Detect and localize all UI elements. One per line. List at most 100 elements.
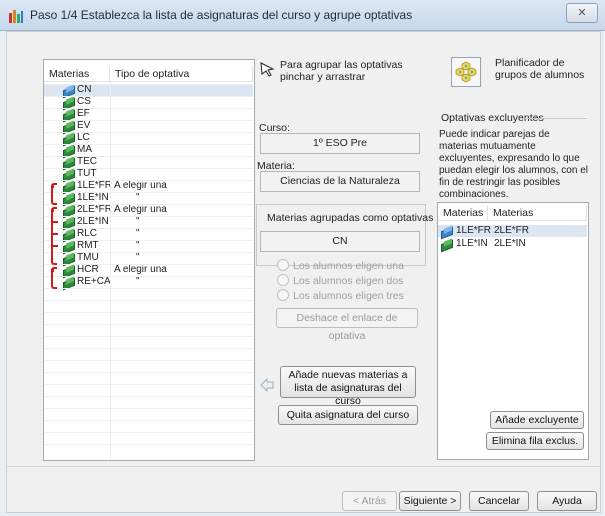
- remove-subject-button[interactable]: Quita asignatura del curso: [278, 405, 418, 425]
- app-icon: [9, 10, 23, 23]
- table-row[interactable]: 1LE*FR A elegir una: [44, 180, 253, 192]
- table-row[interactable]: HCR A elegir una: [44, 264, 253, 276]
- grid-line: [44, 396, 253, 397]
- book-blue-icon: [441, 227, 453, 236]
- table-row[interactable]: MA: [44, 144, 253, 156]
- materia-cell: 1LE*IN: [77, 192, 109, 203]
- materia-cell: 1LE*FR: [77, 180, 113, 191]
- book-icon: [63, 134, 75, 143]
- table-row[interactable]: TUT: [44, 168, 253, 180]
- table-row[interactable]: 1LE*FR 2LE*FR: [438, 225, 587, 237]
- grid-line: [44, 372, 253, 373]
- book-icon: [63, 122, 75, 131]
- arrow-left-icon: [260, 378, 274, 392]
- radio-choose-two[interactable]: Los alumnos eligen dos: [277, 274, 403, 287]
- radio-choose-three[interactable]: Los alumnos eligen tres: [277, 289, 404, 302]
- exclusive-cell-b: 2LE*IN: [494, 238, 526, 249]
- table-row[interactable]: CN: [44, 84, 253, 96]
- table-row[interactable]: RMT ": [44, 240, 253, 252]
- footer-separator: [7, 466, 600, 467]
- next-button[interactable]: Siguiente >: [399, 491, 461, 511]
- unlink-optative-button[interactable]: Deshace el enlace de optativa: [276, 308, 418, 342]
- table-row[interactable]: 1LE*IN 2LE*IN: [438, 238, 587, 250]
- materia-cell: RLC: [77, 228, 98, 239]
- drag-cursor-icon: [260, 62, 275, 77]
- help-button[interactable]: Ayuda: [537, 491, 597, 511]
- materia-cell: CN: [77, 84, 92, 95]
- book-icon: [63, 158, 75, 167]
- radio-choose-three-label: Los alumnos eligen tres: [293, 290, 404, 302]
- grid-line: [44, 120, 253, 121]
- exclusive-header-a[interactable]: Materias: [438, 205, 488, 221]
- book-icon: [63, 266, 75, 275]
- table-row[interactable]: TMU ": [44, 252, 253, 264]
- grid-line: [44, 156, 253, 157]
- book-icon: [63, 98, 75, 107]
- window-title: Paso 1/4 Establezca la lista de asignatu…: [30, 8, 413, 22]
- optative-group-link: [53, 221, 58, 223]
- grid-line: [44, 300, 253, 301]
- table-row[interactable]: TEC: [44, 156, 253, 168]
- book-icon: [63, 110, 75, 119]
- grid-line: [44, 192, 253, 193]
- grid-line: [44, 264, 253, 265]
- optative-group-bracket: [51, 207, 57, 265]
- grid-line: [44, 336, 253, 337]
- close-button[interactable]: ✕: [566, 3, 598, 23]
- tipo-cell: A elegir una: [114, 180, 167, 191]
- grid-line: [44, 84, 253, 85]
- tipo-cell: ": [136, 228, 140, 239]
- group-planner-icon: [455, 61, 477, 83]
- back-button[interactable]: < Atrás: [342, 491, 397, 511]
- book-icon: [63, 206, 75, 215]
- add-exclusive-button[interactable]: Añade excluyente: [490, 411, 584, 429]
- add-subjects-button[interactable]: Añade nuevas materias a lista de asignat…: [280, 366, 416, 407]
- table-row[interactable]: LC: [44, 132, 253, 144]
- planner-button[interactable]: [451, 57, 481, 87]
- materia-cell: EV: [77, 120, 91, 131]
- grid-line: [44, 252, 253, 253]
- grid-line: [44, 348, 253, 349]
- grid-line: [44, 108, 253, 109]
- materia-cell: HCR: [77, 264, 99, 275]
- table-row[interactable]: 2LE*FR A elegir una: [44, 204, 253, 216]
- table-row[interactable]: 1LE*IN ": [44, 192, 253, 204]
- book-icon: [63, 254, 75, 263]
- materia-cell: RMT: [77, 240, 99, 251]
- optative-group-link: [53, 245, 58, 247]
- table-row[interactable]: EF: [44, 108, 253, 120]
- table-row[interactable]: RLC ": [44, 228, 253, 240]
- table-row[interactable]: CS: [44, 96, 253, 108]
- planner-label: Planificador de grupos de alumnos: [495, 57, 585, 81]
- delete-exclusive-button[interactable]: Elimina fila exclus.: [486, 432, 584, 450]
- title-bar: Paso 1/4 Establezca la lista de asignatu…: [0, 0, 605, 31]
- grid-line: [44, 276, 253, 277]
- book-icon: [63, 146, 75, 155]
- tipo-cell: A elegir una: [114, 204, 167, 215]
- radio-choose-two-label: Los alumnos eligen dos: [293, 275, 404, 287]
- book-icon: [441, 240, 453, 249]
- materia-cell: TUT: [77, 168, 97, 179]
- grid-line: [44, 180, 253, 181]
- grid-line: [44, 312, 253, 313]
- grouped-field: CN: [260, 231, 420, 252]
- table-row[interactable]: 2LE*IN ": [44, 216, 253, 228]
- column-header-materias[interactable]: Materias: [44, 66, 110, 82]
- materia-cell: CS: [77, 96, 91, 107]
- column-header-tipo[interactable]: Tipo de optativa: [110, 66, 253, 82]
- grid-line: [44, 132, 253, 133]
- cancel-button[interactable]: Cancelar: [469, 491, 529, 511]
- grid-line: [44, 420, 253, 421]
- radio-choose-one[interactable]: Los alumnos eligen una: [277, 259, 404, 272]
- grid-line: [44, 96, 253, 97]
- exclusive-divider: [521, 118, 587, 119]
- grid-line: [44, 168, 253, 169]
- table-row[interactable]: EV: [44, 120, 253, 132]
- exclusive-header-b[interactable]: Materias: [488, 205, 587, 221]
- materia-cell: 2LE*IN: [77, 216, 109, 227]
- table-row[interactable]: RE+CA ": [44, 276, 253, 288]
- book-icon: [63, 230, 75, 239]
- exclusive-cell-b: 2LE*FR: [494, 225, 530, 236]
- subjects-table[interactable]: Materias Tipo de optativa CN CS EF EV LC MA TE…: [43, 59, 255, 461]
- grid-line: [44, 144, 253, 145]
